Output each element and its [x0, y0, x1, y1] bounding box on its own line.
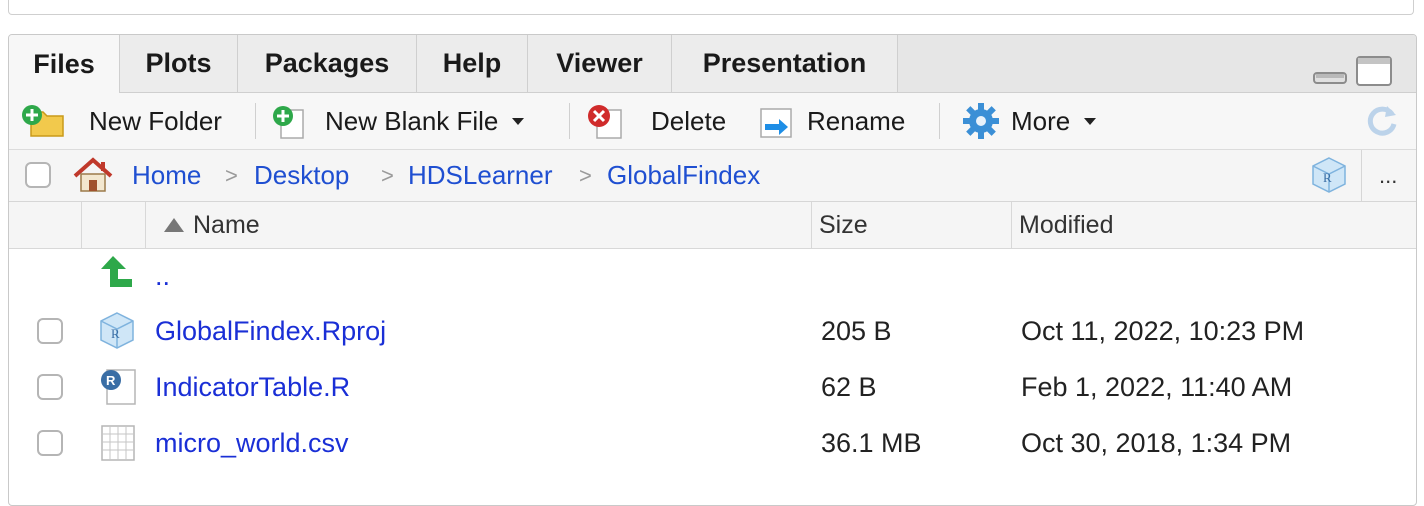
- column-divider: [1011, 202, 1012, 248]
- r-file-icon: R: [99, 367, 137, 412]
- breadcrumb-hdslearner[interactable]: HDSLearner: [408, 150, 553, 201]
- breadcrumb-separator: >: [381, 162, 394, 188]
- refresh-icon[interactable]: [1363, 102, 1401, 145]
- breadcrumb-globalfindex[interactable]: GlobalFindex: [607, 150, 760, 201]
- table-row: micro_world.csv 36.1 MB Oct 30, 2018, 1:…: [9, 415, 1416, 471]
- file-modified: Oct 11, 2022, 10:23 PM: [1021, 315, 1305, 346]
- more-button[interactable]: More: [961, 93, 1097, 149]
- new-blank-file-button[interactable]: New Blank File: [269, 93, 525, 149]
- tab-help[interactable]: Help: [417, 35, 528, 92]
- more-options-button[interactable]: ...: [1379, 150, 1397, 201]
- size-column-header[interactable]: Size: [819, 202, 868, 248]
- rproj-icon: R: [97, 311, 137, 356]
- rename-label: Rename: [807, 105, 906, 136]
- tab-presentation[interactable]: Presentation: [672, 35, 898, 92]
- delete-icon: [585, 104, 622, 139]
- breadcrumb-separator: >: [579, 162, 592, 188]
- svg-text:R: R: [106, 373, 116, 388]
- svg-text:R: R: [111, 326, 120, 341]
- tab-bar: Files Plots Packages Help Viewer Present…: [9, 35, 1416, 93]
- svg-text:R: R: [1323, 170, 1332, 185]
- maximize-pane-icon[interactable]: [1356, 56, 1392, 91]
- chevron-down-icon: [512, 117, 525, 125]
- parent-directory-row[interactable]: ..: [9, 248, 1416, 304]
- name-column-header[interactable]: Name: [163, 202, 260, 248]
- tab-viewer[interactable]: Viewer: [528, 35, 672, 92]
- row-checkbox[interactable]: [37, 374, 63, 400]
- column-divider: [145, 202, 146, 248]
- more-label: More: [1011, 105, 1071, 136]
- file-modified: Oct 30, 2018, 1:34 PM: [1021, 427, 1292, 458]
- breadcrumb-home[interactable]: Home: [132, 150, 201, 201]
- sort-ascending-icon: [164, 218, 184, 232]
- modified-column-header[interactable]: Modified: [1019, 202, 1114, 248]
- file-name-link[interactable]: IndicatorTable.R: [155, 359, 350, 415]
- breadcrumb-desktop[interactable]: Desktop: [254, 150, 349, 201]
- delete-button[interactable]: Delete: [585, 93, 726, 149]
- parent-directory-link[interactable]: ..: [155, 248, 170, 304]
- table-row: R GlobalFindex.Rproj 205 B Oct 11, 2022,…: [9, 303, 1416, 359]
- upper-pane-edge: [8, 0, 1414, 15]
- column-divider: [81, 202, 82, 248]
- new-folder-icon: [21, 104, 64, 138]
- rename-button[interactable]: Rename: [757, 93, 905, 149]
- home-icon[interactable]: [71, 156, 115, 199]
- file-name-link[interactable]: GlobalFindex.Rproj: [155, 303, 386, 359]
- tab-plots[interactable]: Plots: [120, 35, 238, 92]
- minimize-pane-icon[interactable]: [1313, 65, 1347, 90]
- file-size: 205 B: [821, 315, 892, 346]
- breadcrumb: Home > Desktop > HDSLearner > GlobalFind…: [9, 150, 1416, 202]
- tab-files[interactable]: Files: [9, 35, 120, 93]
- new-folder-label: New Folder: [89, 105, 222, 136]
- file-modified: Feb 1, 2022, 11:40 AM: [1021, 371, 1293, 402]
- files-toolbar: New Folder New Blank File Delete Rename: [9, 93, 1416, 150]
- rename-icon: [757, 104, 792, 138]
- row-checkbox[interactable]: [37, 430, 63, 456]
- new-folder-button[interactable]: New Folder: [21, 93, 222, 149]
- delete-label: Delete: [651, 105, 727, 136]
- csv-file-icon: [99, 423, 137, 468]
- file-size: 36.1 MB: [821, 427, 922, 458]
- toolbar-separator: [255, 103, 256, 139]
- file-name-link[interactable]: micro_world.csv: [155, 415, 349, 471]
- file-size: 62 B: [821, 371, 877, 402]
- go-to-project-dir-icon[interactable]: R: [1309, 156, 1349, 199]
- new-file-icon: [269, 104, 304, 139]
- go-up-arrow-icon: [99, 254, 135, 295]
- toolbar-separator: [569, 103, 570, 139]
- row-checkbox[interactable]: [37, 318, 63, 344]
- table-row: R IndicatorTable.R 62 B Feb 1, 2022, 11:…: [9, 359, 1416, 415]
- breadcrumb-separator: >: [225, 162, 238, 188]
- gear-icon: [961, 103, 999, 139]
- chevron-down-icon: [1084, 117, 1097, 125]
- column-divider: [811, 202, 812, 248]
- tab-packages[interactable]: Packages: [238, 35, 417, 92]
- file-list-header: Name Size Modified: [9, 202, 1416, 249]
- breadcrumb-divider: [1361, 150, 1362, 201]
- select-all-checkbox[interactable]: [25, 162, 51, 188]
- new-blank-file-label: New Blank File: [325, 105, 499, 136]
- files-pane: Files Plots Packages Help Viewer Present…: [8, 34, 1417, 506]
- name-column-label: Name: [193, 210, 260, 239]
- toolbar-separator: [939, 103, 940, 139]
